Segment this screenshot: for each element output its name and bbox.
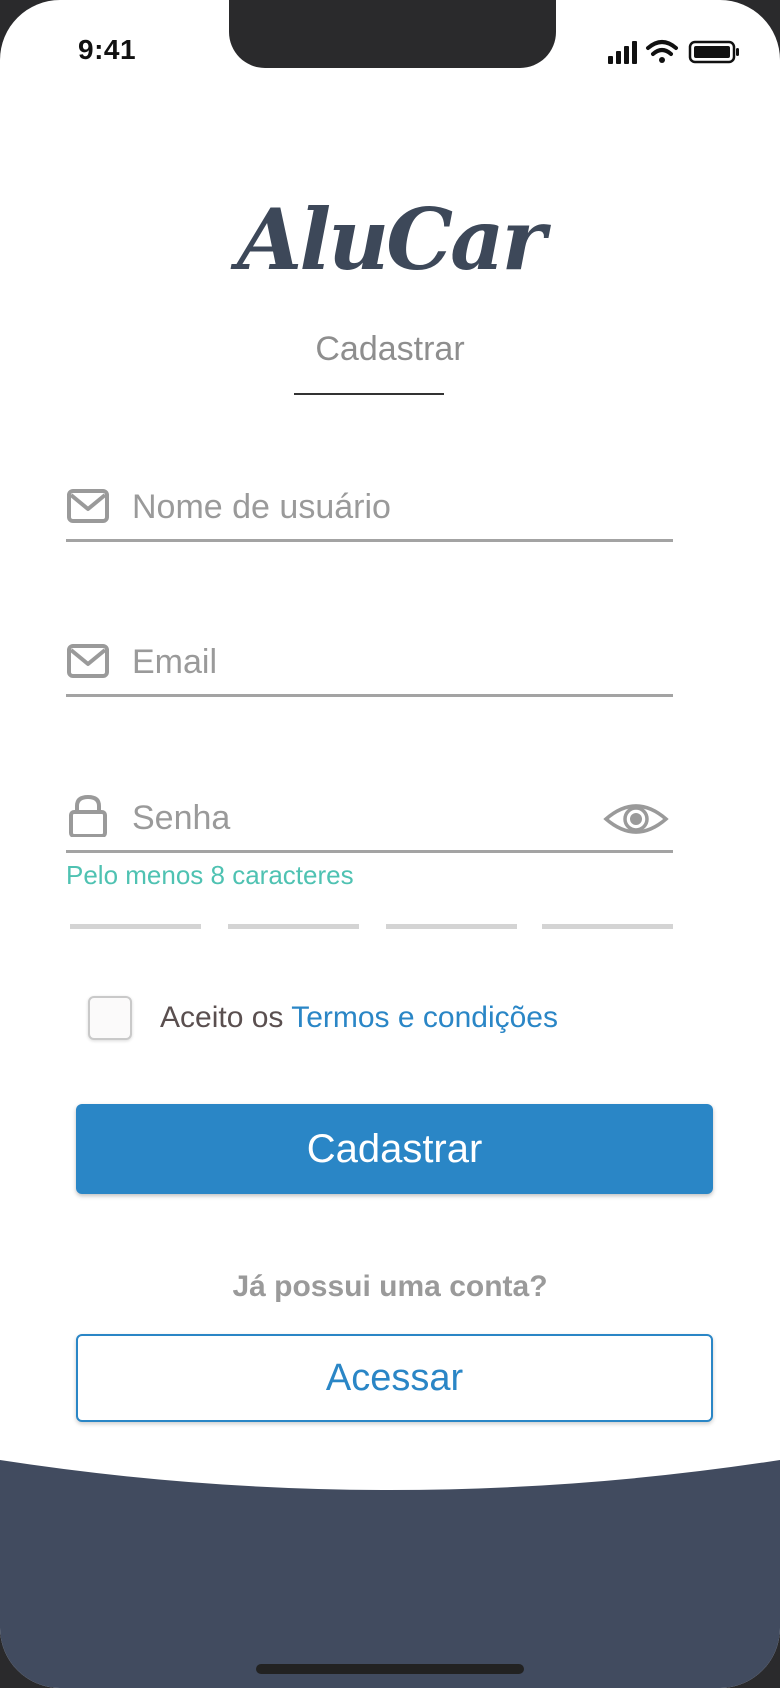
password-placeholder: Senha [132,799,231,837]
password-strength-segment [228,924,359,929]
device-notch [229,0,556,68]
app-logo: AluCar [237,190,546,289]
email-placeholder: Email [132,643,218,681]
tab-cadastrar[interactable]: Cadastrar [0,330,780,369]
footer-wave [0,1460,780,1688]
home-indicator[interactable] [256,1664,524,1674]
username-field[interactable]: Nome de usuário [66,482,673,542]
login-question: Já possui uma conta? [232,1270,548,1303]
mail-icon [67,489,109,523]
terms-checkbox[interactable] [88,996,132,1040]
login-button[interactable]: Acessar [76,1334,713,1422]
phone-screen: 9:41 AluCar Cadastrar Nome de usuário Em… [0,0,780,1688]
terms-link[interactable]: Termos e condições [291,1001,558,1034]
status-time: 9:41 [78,34,137,65]
register-button[interactable]: Cadastrar [76,1104,713,1194]
status-icons [608,40,739,64]
tab-active-indicator [294,393,444,395]
signal-icon [608,41,637,64]
lock-icon [69,794,107,837]
password-strength-segment [70,924,201,929]
username-placeholder: Nome de usuário [132,488,391,526]
password-hint: Pelo menos 8 caracteres [66,860,354,890]
battery-icon [688,40,739,64]
password-field[interactable]: Senha [66,793,673,853]
eye-icon[interactable] [603,799,669,839]
password-strength-segment [386,924,517,929]
email-field[interactable]: Email [66,637,673,697]
mail-icon [67,644,109,678]
password-strength-segment [542,924,673,929]
terms-text: Aceito os Termos e condições [160,1001,558,1035]
wifi-icon [646,40,678,63]
terms-prefix: Aceito os [160,1001,292,1034]
